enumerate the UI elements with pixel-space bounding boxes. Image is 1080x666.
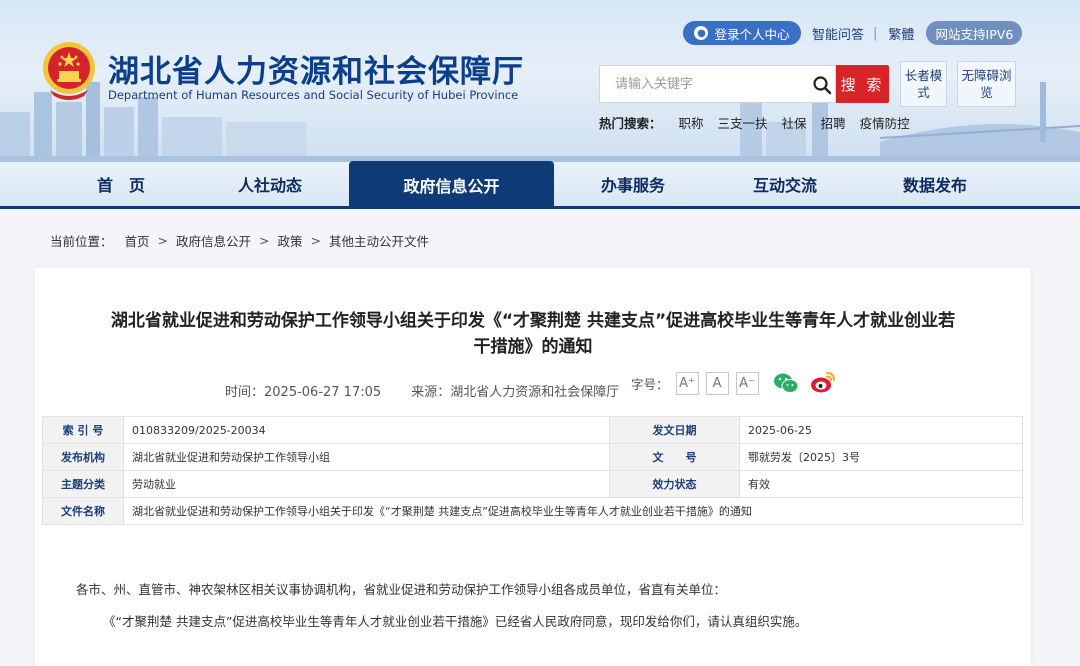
search-button[interactable]: 搜 索 — [836, 65, 889, 103]
main-nav: 首 页 人社动态 政府信息公开 办事服务 互动交流 数据发布 — [0, 161, 1080, 209]
file-name-label: 文件名称 — [42, 497, 124, 525]
nav-item-home[interactable]: 首 页 — [60, 162, 182, 206]
link-separator: | — [873, 25, 878, 41]
document-info-table: 索 引 号 010833209/2025-20034 发文日期 2025-06-… — [42, 416, 1023, 525]
hot-search-item[interactable]: 社保 — [782, 113, 807, 132]
topic-value: 劳动就业 — [123, 470, 610, 498]
traditional-chinese-link[interactable]: 繁體 — [888, 24, 914, 43]
validity-value: 有效 — [739, 470, 1023, 498]
index-number-label: 索 引 号 — [42, 416, 124, 444]
weibo-share-icon[interactable] — [810, 370, 836, 394]
search-input[interactable] — [600, 66, 800, 102]
hot-search-item[interactable]: 疫情防控 — [860, 113, 910, 132]
table-row: 主题分类 劳动就业 效力状态 有效 — [42, 470, 1023, 498]
index-number-value: 010833209/2025-20034 — [123, 416, 610, 444]
hot-search-label: 热门搜索： — [599, 116, 662, 131]
wechat-share-icon[interactable] — [773, 372, 799, 394]
body-paragraph: 《“才聚荆楚 共建支点”促进高校毕业生等青年人才就业创业若干措施》已经省人民政府… — [103, 614, 808, 629]
article-title: 湖北省就业促进和劳动保护工作领导小组关于印发《“才聚荆楚 共建支点”促进高校毕业… — [110, 311, 956, 357]
breadcrumb-item[interactable]: 其他主动公开文件 — [329, 231, 429, 250]
nav-item-data[interactable]: 数据发布 — [870, 162, 1000, 206]
topic-label: 主题分类 — [42, 470, 124, 498]
document-number-label: 文 号 — [609, 443, 740, 471]
site-title[interactable]: 湖北省人力资源和社会保障厅 — [108, 46, 524, 91]
breadcrumb-separator: > — [157, 233, 169, 248]
breadcrumb-item[interactable]: 首页 — [125, 231, 150, 250]
user-icon: ● — [694, 26, 709, 40]
body-paragraph: 各市、州、直管市、神农架林区相关议事协调机构，省就业促进和劳动保护工作领导小组各… — [76, 582, 727, 597]
issuing-org-label: 发布机构 — [42, 443, 124, 471]
breadcrumb-item[interactable]: 政策 — [278, 231, 303, 250]
article-source: 来源：湖北省人力资源和社会保障厅 — [411, 385, 620, 400]
ipv6-badge[interactable]: 网站支持IPV6 — [926, 21, 1023, 45]
font-decrease-button[interactable]: A⁻ — [735, 372, 759, 395]
breadcrumb-label: 当前位置： — [50, 234, 113, 249]
table-row: 索 引 号 010833209/2025-20034 发文日期 2025-06-… — [42, 416, 1023, 444]
table-row: 文件名称 湖北省就业促进和劳动保护工作领导小组关于印发《“才聚荆楚 共建支点”促… — [42, 497, 1023, 525]
site-header: 湖北省人力资源和社会保障厅 Department of Human Resour… — [0, 0, 1080, 162]
login-label: 登录个人中心 — [714, 26, 790, 42]
nav-item-services[interactable]: 办事服务 — [568, 162, 698, 206]
nav-item-interaction[interactable]: 互动交流 — [720, 162, 850, 206]
breadcrumb-separator: > — [310, 233, 322, 248]
hot-search-item[interactable]: 职称 — [679, 113, 704, 132]
file-name-value: 湖北省就业促进和劳动保护工作领导小组关于印发《“才聚荆楚 共建支点”促进高校毕业… — [123, 497, 1023, 525]
national-emblem-icon — [43, 42, 95, 100]
breadcrumb-separator: > — [259, 233, 270, 248]
smart-qa-link[interactable]: 智能问答 — [812, 24, 864, 43]
issuing-org-value: 湖北省就业促进和劳动保护工作领导小组 — [123, 443, 610, 471]
font-increase-button[interactable]: A⁺ — [675, 372, 699, 395]
table-row: 发布机构 湖北省就业促进和劳动保护工作领导小组 文 号 鄂就劳发〔2025〕3号 — [42, 443, 1023, 471]
search-box — [599, 65, 836, 103]
document-number-value: 鄂就劳发〔2025〕3号 — [739, 443, 1023, 471]
hot-search-item[interactable]: 三支一扶 — [718, 113, 768, 132]
search-icon[interactable] — [812, 75, 832, 95]
elder-mode-button[interactable]: 长者模式 — [900, 61, 947, 107]
hot-search-item[interactable]: 招聘 — [821, 113, 846, 132]
font-default-button[interactable]: A — [705, 372, 729, 395]
login-button[interactable]: ● 登录个人中心 — [683, 21, 801, 45]
top-links: ● 登录个人中心 智能问答 | 繁體 网站支持IPV6 — [683, 21, 1023, 45]
font-size-controls: 字号： A⁺ A A⁻ — [631, 372, 759, 395]
nav-item-news[interactable]: 人社动态 — [205, 162, 335, 206]
validity-label: 效力状态 — [609, 470, 740, 498]
issue-date-label: 发文日期 — [609, 416, 740, 444]
breadcrumb: 当前位置： 首页 > 政府信息公开 > 政策 > 其他主动公开文件 — [50, 231, 429, 250]
publish-time: 时间：2025-06-27 17:05 — [225, 385, 382, 400]
article-meta: 时间：2025-06-27 17:05 来源：湖北省人力资源和社会保障厅 — [225, 381, 619, 400]
accessible-browse-button[interactable]: 无障碍浏览 — [957, 61, 1016, 107]
issue-date-value: 2025-06-25 — [739, 416, 1023, 444]
site-subtitle: Department of Human Resources and Social… — [108, 88, 519, 102]
breadcrumb-item[interactable]: 政府信息公开 — [176, 231, 251, 250]
nav-item-gov-info[interactable]: 政府信息公开 — [349, 161, 554, 208]
article-container: 湖北省就业促进和劳动保护工作领导小组关于印发《“才聚荆楚 共建支点”促进高校毕业… — [35, 268, 1031, 666]
font-size-label: 字号： — [631, 377, 669, 392]
hot-search: 热门搜索： 职称 三支一扶 社保 招聘 疫情防控 — [599, 113, 924, 132]
